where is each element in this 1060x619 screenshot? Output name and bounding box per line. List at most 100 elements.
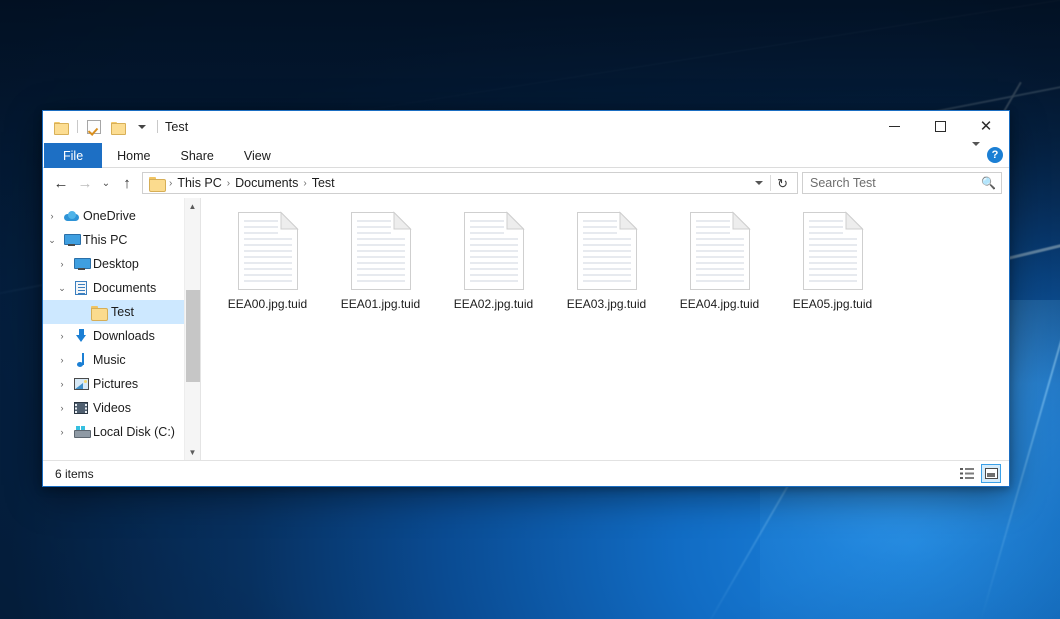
file-name-label: EEA02.jpg.tuid <box>454 297 533 311</box>
file-name-label: EEA01.jpg.tuid <box>341 297 420 311</box>
chevron-right-icon[interactable]: › <box>43 211 61 221</box>
sidebar-item-this-pc[interactable]: ⌄ This PC <box>43 228 184 252</box>
window-body: › OneDrive ⌄ This PC › Desktop <box>43 198 1009 460</box>
chevron-right-icon[interactable]: › <box>53 427 71 437</box>
breadcrumb-item-this-pc[interactable]: This PC <box>173 176 225 190</box>
sidebar-item-documents[interactable]: ⌄ Documents <box>43 276 184 300</box>
chevron-down-icon[interactable]: ⌄ <box>53 283 71 294</box>
navigation-pane: › OneDrive ⌄ This PC › Desktop <box>43 198 200 460</box>
chevron-right-icon[interactable]: › <box>53 379 71 389</box>
recent-locations-icon[interactable]: ⌄ <box>97 171 115 195</box>
cloud-icon <box>61 211 81 221</box>
sidebar-item-label: Downloads <box>91 329 155 343</box>
video-icon <box>71 402 91 414</box>
monitor-icon <box>61 234 81 246</box>
file-name-label: EEA05.jpg.tuid <box>793 297 872 311</box>
tab-home[interactable]: Home <box>102 143 165 168</box>
search-icon[interactable]: 🔍 <box>981 176 996 190</box>
title-bar: Test ✕ <box>43 111 1009 143</box>
file-grid: EEA00.jpg.tuid <box>211 206 1009 311</box>
chevron-right-icon[interactable]: › <box>53 259 71 269</box>
sidebar-item-label: Music <box>91 353 126 367</box>
chevron-right-icon[interactable]: › <box>53 355 71 365</box>
file-name-label: EEA04.jpg.tuid <box>680 297 759 311</box>
chevron-down-icon[interactable] <box>131 116 153 138</box>
list-item[interactable]: EEA03.jpg.tuid <box>550 206 663 311</box>
chevron-right-icon[interactable]: › <box>53 331 71 341</box>
sidebar-item-label: Test <box>109 305 134 319</box>
window-title: Test <box>165 120 188 134</box>
sidebar-item-label: Documents <box>91 281 156 295</box>
divider <box>77 120 78 133</box>
folder-icon <box>89 306 109 319</box>
navigation-pane-scrollbar[interactable]: ▲ ▼ <box>184 198 200 460</box>
ribbon-tab-strip: File Home Share View ? <box>43 143 1009 168</box>
sidebar-item-label: Local Disk (C:) <box>91 425 175 439</box>
download-icon <box>71 329 91 343</box>
refresh-icon[interactable]: ↻ <box>771 177 794 190</box>
list-item[interactable]: EEA01.jpg.tuid <box>324 206 437 311</box>
folder-icon[interactable] <box>50 116 72 138</box>
up-button[interactable]: ↑ <box>115 171 139 195</box>
window-controls: ✕ <box>871 111 1009 143</box>
item-count-label: 6 items <box>55 467 94 481</box>
search-placeholder: Search Test <box>810 176 981 190</box>
new-folder-icon[interactable] <box>107 116 129 138</box>
expand-ribbon-icon[interactable] <box>972 146 980 164</box>
tab-file[interactable]: File <box>44 143 102 168</box>
tab-view[interactable]: View <box>229 143 286 168</box>
divider <box>157 120 158 133</box>
folder-icon <box>149 177 165 190</box>
search-input[interactable]: Search Test 🔍 <box>802 172 1002 194</box>
document-icon <box>71 281 91 295</box>
generic-file-icon <box>350 211 412 291</box>
breadcrumb-item-test[interactable]: Test <box>308 176 339 190</box>
navigation-tree: › OneDrive ⌄ This PC › Desktop <box>43 198 184 460</box>
close-button[interactable]: ✕ <box>963 111 1009 143</box>
maximize-button[interactable] <box>917 111 963 143</box>
list-item[interactable]: EEA04.jpg.tuid <box>663 206 776 311</box>
chevron-right-icon[interactable]: › <box>53 403 71 413</box>
sidebar-item-videos[interactable]: › Videos <box>43 396 184 420</box>
generic-file-icon <box>689 211 751 291</box>
file-explorer-window: Test ✕ File Home Share View ? ← → ⌄ <box>42 110 1010 487</box>
sidebar-item-downloads[interactable]: › Downloads <box>43 324 184 348</box>
tab-share[interactable]: Share <box>166 143 229 168</box>
scrollbar-thumb[interactable] <box>186 290 200 382</box>
list-item[interactable]: EEA05.jpg.tuid <box>776 206 889 311</box>
quick-access-toolbar <box>43 116 153 138</box>
chevron-down-icon[interactable] <box>755 181 763 185</box>
properties-checkbox-icon[interactable] <box>83 116 105 138</box>
large-icons-view-button[interactable] <box>981 464 1001 483</box>
sidebar-item-test[interactable]: Test <box>43 300 184 324</box>
sidebar-item-pictures[interactable]: › Pictures <box>43 372 184 396</box>
sidebar-item-label: Videos <box>91 401 131 415</box>
generic-file-icon <box>576 211 638 291</box>
help-button[interactable]: ? <box>987 147 1003 163</box>
desktop-icon <box>71 258 91 270</box>
sidebar-item-label: OneDrive <box>81 209 136 223</box>
generic-file-icon <box>463 211 525 291</box>
ribbon-right-controls: ? <box>972 143 1009 167</box>
sidebar-item-local-disk-c[interactable]: › Local Disk (C:) <box>43 420 184 444</box>
file-name-label: EEA03.jpg.tuid <box>567 297 646 311</box>
minimize-button[interactable] <box>871 111 917 143</box>
sidebar-item-music[interactable]: › Music <box>43 348 184 372</box>
details-view-button[interactable] <box>957 464 977 483</box>
back-button[interactable]: ← <box>49 171 73 195</box>
sidebar-item-onedrive[interactable]: › OneDrive <box>43 204 184 228</box>
breadcrumb[interactable]: › This PC › Documents › Test ↻ <box>142 172 798 194</box>
chevron-down-icon[interactable]: ⌄ <box>43 235 61 246</box>
forward-button: → <box>73 171 97 195</box>
scroll-up-icon[interactable]: ▲ <box>185 198 201 214</box>
desktop: Test ✕ File Home Share View ? ← → ⌄ <box>0 0 1060 619</box>
list-item[interactable]: EEA02.jpg.tuid <box>437 206 550 311</box>
file-list-pane[interactable]: EEA00.jpg.tuid <box>200 198 1009 460</box>
list-item[interactable]: EEA00.jpg.tuid <box>211 206 324 311</box>
scrollbar-track[interactable] <box>185 214 201 444</box>
view-mode-buttons <box>957 464 1001 483</box>
breadcrumb-item-documents[interactable]: Documents <box>231 176 302 190</box>
sidebar-item-desktop[interactable]: › Desktop <box>43 252 184 276</box>
scroll-down-icon[interactable]: ▼ <box>185 444 201 460</box>
sidebar-item-label: Desktop <box>91 257 139 271</box>
